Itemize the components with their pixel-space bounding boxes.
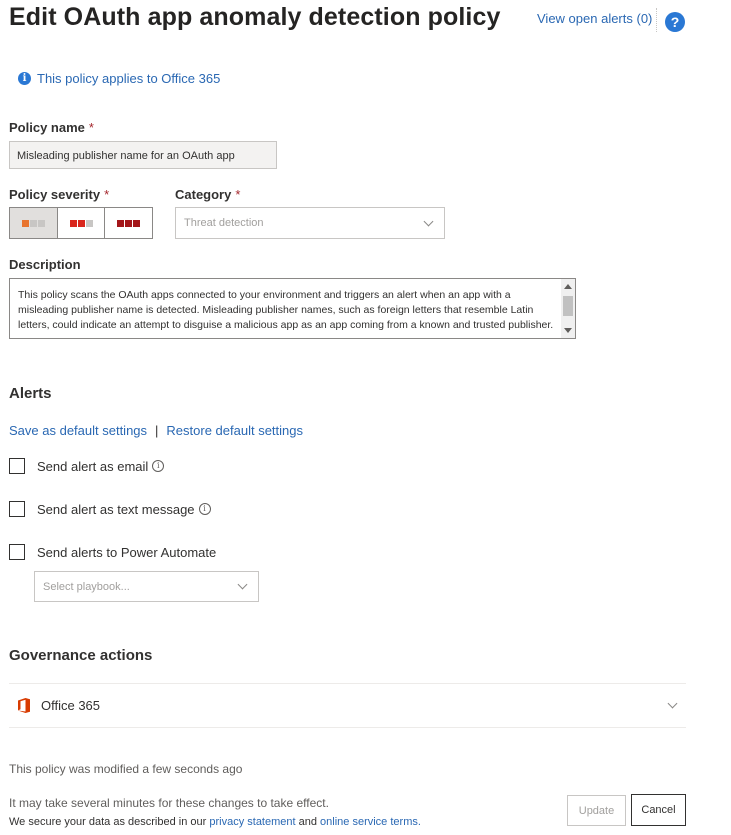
privacy-statement-link[interactable]: privacy statement (209, 816, 295, 828)
policy-name-input[interactable]: Misleading publisher name for an OAuth a… (9, 141, 277, 169)
update-button[interactable]: Update (567, 795, 626, 826)
save-default-settings-link[interactable]: Save as default settings (9, 423, 147, 438)
alert-defaults-links: Save as default settings | Restore default… (9, 423, 303, 438)
severity-bar-icon (29, 219, 37, 227)
office-365-icon (18, 698, 30, 713)
chevron-down-icon (423, 216, 434, 226)
help-icon[interactable]: ? (665, 12, 685, 32)
policy-scope-notice: i This policy applies to Office 365 (18, 71, 220, 86)
severity-bar-icon (85, 219, 93, 227)
send-email-checkbox[interactable] (9, 458, 25, 474)
governance-office365-row[interactable]: Office 365 (9, 684, 686, 727)
page-title: Edit OAuth app anomaly detection policy (9, 3, 501, 31)
category-placeholder: Threat detection (184, 217, 264, 229)
policy-severity-label: Policy severity * (9, 187, 109, 202)
severity-bar-icon (69, 219, 77, 227)
online-service-terms-link[interactable]: online service terms. (320, 816, 421, 828)
severity-bar-icon (77, 219, 85, 227)
description-scrollbar[interactable] (561, 279, 575, 338)
policy-scope-text: This policy applies to Office 365 (37, 71, 221, 86)
send-email-label: Send alert as email (37, 458, 149, 474)
scroll-thumb[interactable] (563, 296, 573, 316)
policy-name-label: Policy name * (9, 120, 94, 135)
scroll-up-icon[interactable] (564, 284, 572, 289)
severity-high-button[interactable] (105, 208, 152, 238)
send-text-label: Send alert as text message (37, 501, 195, 517)
info-icon[interactable]: i (198, 503, 211, 515)
header-divider (656, 8, 658, 32)
category-label-text: Category (175, 187, 232, 202)
info-icon[interactable]: i (152, 460, 165, 472)
severity-bar-icon (37, 219, 45, 227)
severity-low-button[interactable] (10, 208, 58, 238)
chevron-down-icon[interactable] (667, 698, 678, 709)
link-separator: | (155, 423, 159, 438)
alerts-heading: Alerts (9, 385, 52, 402)
severity-bar-icon (125, 219, 133, 227)
chevron-down-icon (237, 579, 248, 590)
scroll-down-icon[interactable] (564, 328, 572, 333)
data-security-note: We secure your data as described in our … (9, 816, 421, 828)
restore-default-settings-link[interactable]: Restore default settings (166, 423, 303, 438)
severity-selector (9, 207, 153, 239)
secure-prefix: We secure your data as described in our (9, 816, 207, 828)
send-email-option: Send alert as email i (9, 458, 165, 474)
office365-label: Office 365 (41, 698, 101, 713)
send-power-automate-option: Send alerts to Power Automate (9, 544, 216, 560)
category-dropdown[interactable]: Threat detection (175, 207, 445, 239)
send-power-automate-checkbox[interactable] (9, 544, 25, 560)
send-power-automate-label: Send alerts to Power Automate (37, 544, 217, 560)
playbook-dropdown[interactable]: Select playbook... (34, 571, 259, 602)
playbook-placeholder: Select playbook... (43, 580, 130, 593)
policy-name-label-text: Policy name (9, 120, 85, 135)
info-icon: i (18, 72, 31, 85)
policy-severity-label-text: Policy severity (9, 187, 101, 202)
category-label: Category * (175, 187, 240, 202)
severity-medium-button[interactable] (58, 208, 106, 238)
send-text-option: Send alert as text message i (9, 501, 211, 517)
required-marker: * (88, 120, 94, 135)
description-label: Description (9, 257, 81, 272)
delay-note: It may take several minutes for these ch… (9, 796, 329, 810)
view-open-alerts-link[interactable]: View open alerts (0) (537, 11, 652, 26)
online-service-terms-text: online service terms (320, 816, 418, 828)
description-textarea[interactable]: This policy scans the OAuth apps connect… (9, 278, 576, 339)
description-text: This policy scans the OAuth apps connect… (18, 289, 554, 331)
send-text-checkbox[interactable] (9, 501, 25, 517)
severity-bar-icon (133, 219, 141, 227)
required-marker: * (235, 187, 241, 202)
governance-heading: Governance actions (9, 647, 153, 664)
severity-bar-icon (117, 219, 125, 227)
required-marker: * (104, 187, 110, 202)
severity-bar-icon (21, 219, 29, 227)
modified-status: This policy was modified a few seconds a… (9, 762, 243, 776)
period: . (417, 816, 421, 828)
divider (9, 727, 686, 728)
cancel-button[interactable]: Cancel (631, 794, 686, 826)
and-text: and (298, 816, 317, 828)
